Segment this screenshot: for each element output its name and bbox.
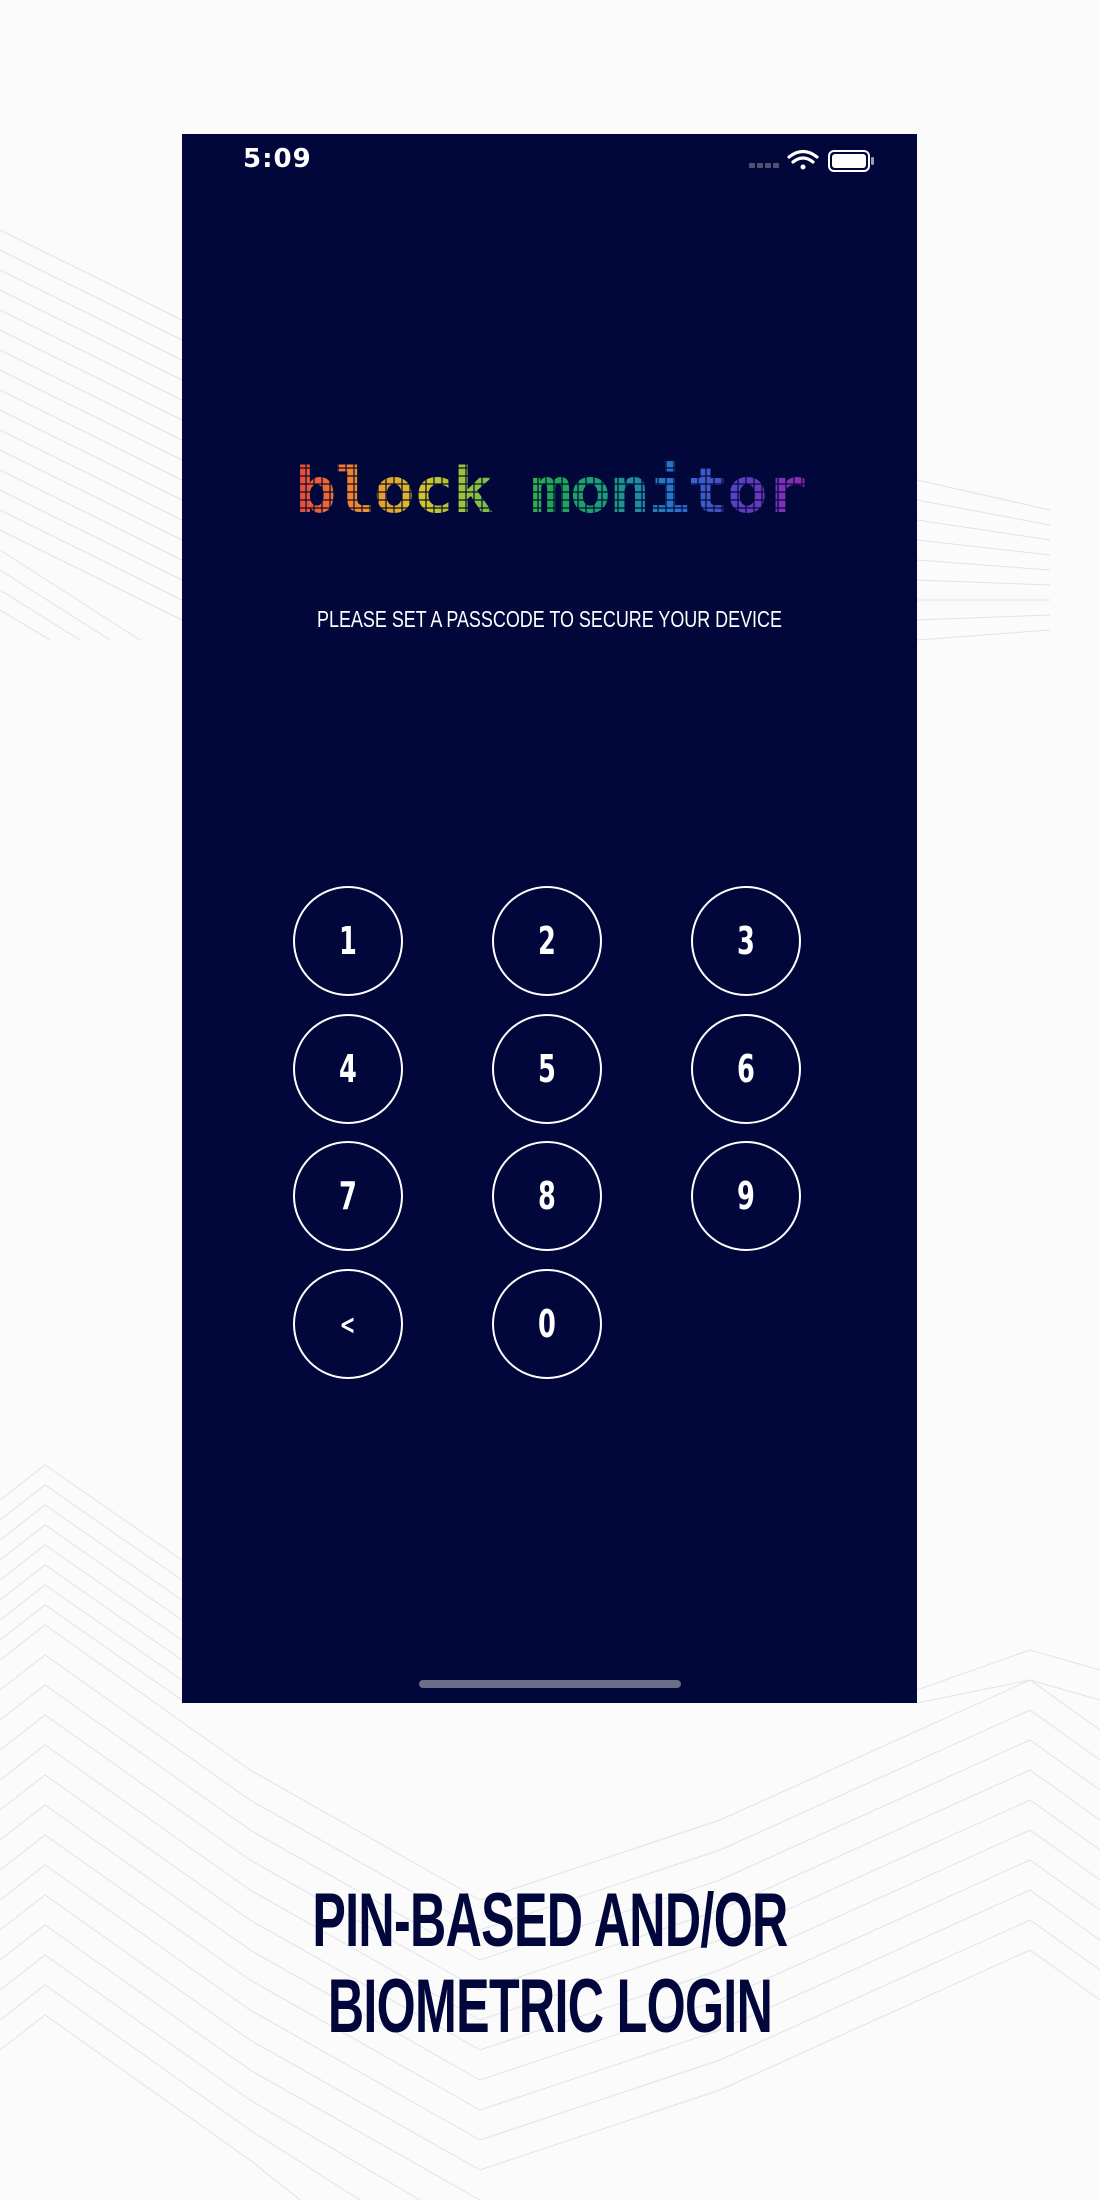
home-indicator[interactable] xyxy=(419,1680,681,1688)
key-2[interactable]: 2 xyxy=(492,886,602,996)
promo-caption: PIN-BASED AND/OR BIOMETRIC LOGIN xyxy=(0,1878,1100,2050)
key-label: 7 xyxy=(339,1174,357,1218)
key-6[interactable]: 6 xyxy=(691,1014,801,1124)
key-label: 4 xyxy=(339,1047,357,1091)
backspace-key[interactable]: < xyxy=(293,1269,403,1379)
key-label: 8 xyxy=(538,1174,556,1218)
key-label: 2 xyxy=(538,919,556,963)
key-3[interactable]: 3 xyxy=(691,886,801,996)
key-8[interactable]: 8 xyxy=(492,1141,602,1251)
key-label: 9 xyxy=(737,1174,755,1218)
key-7[interactable]: 7 xyxy=(293,1141,403,1251)
key-0[interactable]: 0 xyxy=(492,1269,602,1379)
key-label: 0 xyxy=(538,1302,556,1346)
key-1[interactable]: 1 xyxy=(293,886,403,996)
phone-screen: 5:09 PLEASE SET A PASSCODE TO SECURE YOU… xyxy=(182,134,917,1703)
caption-line-2: BIOMETRIC LOGIN xyxy=(327,1964,773,2049)
key-4[interactable]: 4 xyxy=(293,1014,403,1124)
caption-line-1: PIN-BASED AND/OR xyxy=(312,1878,788,1963)
key-label: 6 xyxy=(737,1047,755,1091)
key-label: < xyxy=(340,1307,356,1341)
promo-page: 5:09 PLEASE SET A PASSCODE TO SECURE YOU… xyxy=(0,0,1100,2200)
key-9[interactable]: 9 xyxy=(691,1141,801,1251)
key-label: 3 xyxy=(737,919,755,963)
key-label: 5 xyxy=(538,1047,556,1091)
key-5[interactable]: 5 xyxy=(492,1014,602,1124)
key-label: 1 xyxy=(339,919,357,963)
keypad: 1 2 3 4 5 6 7 8 9 < 0 xyxy=(182,134,917,1703)
